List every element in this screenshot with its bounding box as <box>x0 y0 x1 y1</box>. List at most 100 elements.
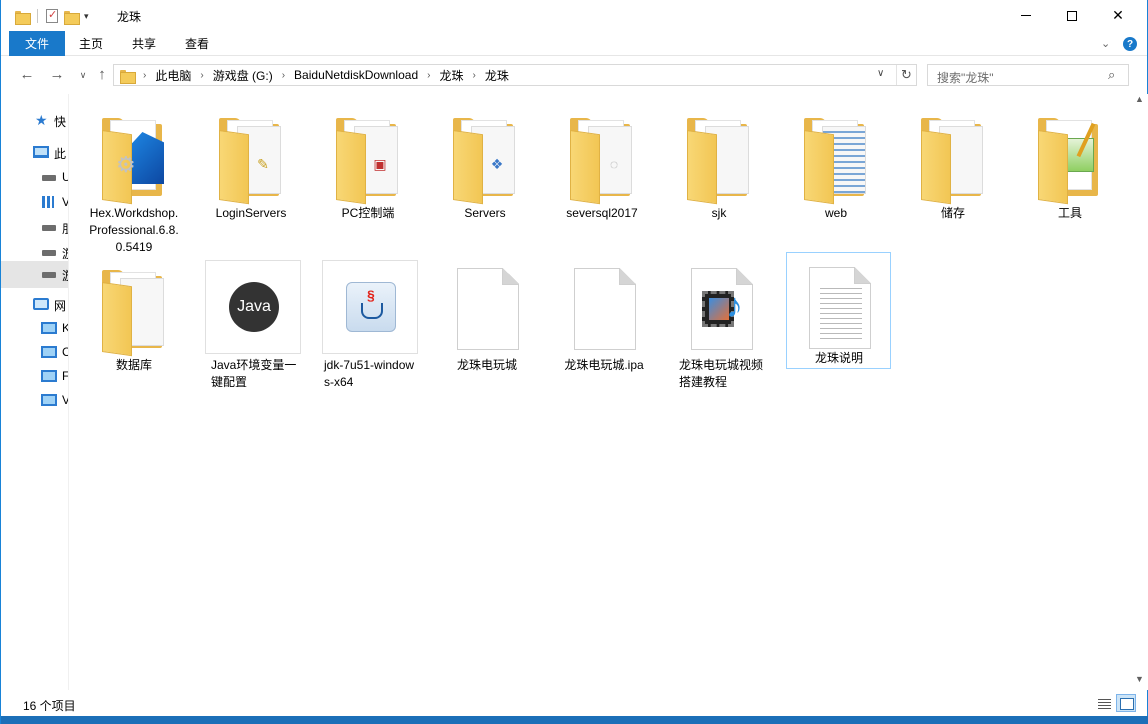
sidebar-item-this-pc[interactable]: 此 <box>1 140 68 165</box>
sidebar-item-label: V <box>62 195 68 209</box>
file-item[interactable]: 数据库 <box>86 254 182 394</box>
blank-file-icon <box>457 268 519 350</box>
tab-share[interactable]: 共享 <box>132 31 156 56</box>
file-item[interactable]: ✎ LoginServers <box>203 102 299 242</box>
folder-front <box>687 130 717 205</box>
hex-workshop-icon: ⚙ <box>102 116 166 205</box>
thumbnail: Java <box>205 260 301 354</box>
sidebar-item-label: F <box>62 369 69 383</box>
breadcrumb-this-pc[interactable]: 此电脑 <box>155 67 191 84</box>
file-name: PC控制端 <box>341 206 395 220</box>
thumbnail: ◌ <box>554 108 650 205</box>
maximize-button[interactable] <box>1049 0 1095 31</box>
status-bar: 16 个项目 <box>1 690 1147 716</box>
thumbnail <box>791 259 887 353</box>
back-arrow-icon[interactable]: ← <box>17 66 37 83</box>
sidebar-item-quick-access[interactable]: ★ 快 <box>1 108 68 133</box>
file-item[interactable]: 龙珠电玩城.ipa <box>556 254 652 394</box>
new-folder-icon[interactable] <box>64 9 80 25</box>
file-item[interactable]: ⚙ Hex.Workdshop.Professional.6.8.0.5419 <box>86 102 182 254</box>
folder-front <box>453 130 483 205</box>
maximize-icon <box>1067 10 1077 21</box>
chevron-right-icon[interactable]: › <box>427 70 430 81</box>
network-icon <box>33 298 49 310</box>
file-item[interactable]: web <box>788 102 884 242</box>
recent-locations-chevron-icon[interactable]: ∨ <box>73 70 93 81</box>
folder-icon[interactable] <box>15 9 31 25</box>
tab-home[interactable]: 主页 <box>79 31 103 56</box>
up-arrow-icon[interactable]: ↑ <box>92 66 112 83</box>
java-icon: Java <box>205 260 301 354</box>
sidebar-item-network[interactable]: 网 <box>1 292 68 317</box>
forward-arrow-icon[interactable]: → <box>47 66 67 83</box>
file-item[interactable]: § jdk-7u51-windows-x64 <box>322 254 418 394</box>
sidebar-item-network-c[interactable]: C <box>1 340 68 365</box>
folder-icon <box>120 68 136 84</box>
details-view-icon[interactable] <box>1095 695 1113 711</box>
address-history-dropdown-icon[interactable]: ∨ <box>877 68 884 79</box>
folder-front <box>1038 130 1068 205</box>
breadcrumb-game-drive[interactable]: 游戏盘 (G:) <box>213 67 273 84</box>
breadcrumb-longzhu-current[interactable]: 龙珠 <box>485 67 509 84</box>
scroll-down-arrow-icon[interactable]: ▼ <box>1135 674 1144 684</box>
file-item-selected[interactable]: 龙珠说明 <box>786 252 891 369</box>
file-name: 工具 <box>1057 206 1082 220</box>
help-icon[interactable]: ? <box>1123 37 1137 51</box>
sidebar-item-drive-2[interactable]: 朋 <box>1 215 68 240</box>
text-lines <box>820 288 862 340</box>
folder-front <box>570 130 600 205</box>
sidebar-item-v[interactable]: V <box>1 190 68 215</box>
large-icons-view-icon[interactable] <box>1116 694 1136 712</box>
sidebar-item-drive-u[interactable]: U <box>1 165 68 190</box>
search-icon[interactable]: ⌕ <box>1108 67 1115 83</box>
folder-icon <box>921 116 985 205</box>
file-item[interactable]: 储存 <box>905 102 1001 242</box>
file-name: Java环境变量一键配置 <box>211 358 297 389</box>
vertical-scrollbar[interactable]: ▲ ▼ <box>1131 94 1148 690</box>
scroll-up-arrow-icon[interactable]: ▲ <box>1135 94 1144 104</box>
minimize-button[interactable] <box>1003 0 1049 31</box>
file-name: 龙珠电玩城视频搭建教程 <box>679 358 764 389</box>
customize-toolbar-dropdown-icon[interactable]: ▾ <box>84 11 89 22</box>
file-item[interactable]: sjk <box>671 102 767 242</box>
file-name: 龙珠电玩城 <box>456 358 517 372</box>
close-button[interactable]: ✕ <box>1095 0 1141 31</box>
sidebar-item-game-drive[interactable]: 游 <box>1 261 68 288</box>
gear-icon: ⚙ <box>116 152 136 177</box>
tab-view[interactable]: 查看 <box>185 31 209 56</box>
thumbnail: ▣ <box>320 108 416 205</box>
chevron-right-icon[interactable]: › <box>200 70 203 81</box>
expand-ribbon-chevron-icon[interactable]: ⌄ <box>1101 37 1110 50</box>
file-list-pane: ⚙ Hex.Workdshop.Professional.6.8.0.5419 … <box>70 94 1131 690</box>
search-input[interactable]: 搜索"龙珠" ⌕ <box>927 64 1129 86</box>
file-item[interactable]: ♪ 龙珠电玩城视频搭建教程 <box>673 254 769 394</box>
file-glyph-icon: ◌ <box>609 156 619 172</box>
address-bar[interactable]: › 此电脑 › 游戏盘 (G:) › BaiduNetdiskDownload … <box>113 64 917 86</box>
file-name: Hex.Workdshop.Professional.6.8.0.5419 <box>89 206 179 254</box>
search-placeholder: 搜索"龙珠" <box>937 71 994 85</box>
file-item[interactable]: ▣ PC控制端 <box>320 102 416 242</box>
sidebar-item-label: V <box>62 393 68 407</box>
file-item[interactable]: ◌ seversql2017 <box>554 102 650 242</box>
file-glyph-icon: ✎ <box>257 156 269 172</box>
star-icon: ★ <box>35 112 48 128</box>
file-item[interactable]: ❖ Servers <box>437 102 533 242</box>
tab-file[interactable]: 文件 <box>9 31 65 56</box>
folder-front <box>336 130 366 205</box>
sidebar-item-network-k[interactable]: K <box>1 316 68 341</box>
sidebar-item-network-f[interactable]: F <box>1 364 69 389</box>
chevron-right-icon[interactable]: › <box>143 70 146 81</box>
breadcrumb-baidu-download[interactable]: BaiduNetdiskDownload <box>294 68 418 82</box>
file-item[interactable]: Java Java环境变量一键配置 <box>205 254 301 394</box>
file-item[interactable]: 工具 <box>1022 102 1118 242</box>
desktop-edge <box>1 716 1148 724</box>
refresh-icon[interactable]: ↻ <box>896 65 916 85</box>
thumbnail <box>905 108 1001 205</box>
chevron-right-icon[interactable]: › <box>282 70 285 81</box>
sidebar-item-network-v[interactable]: V <box>1 388 68 413</box>
quick-access-toolbar: ▾ <box>15 6 89 26</box>
properties-icon[interactable] <box>46 8 58 23</box>
file-item[interactable]: 龙珠电玩城 <box>439 254 535 394</box>
chevron-right-icon[interactable]: › <box>472 70 475 81</box>
breadcrumb-longzhu-parent[interactable]: 龙珠 <box>439 67 463 84</box>
